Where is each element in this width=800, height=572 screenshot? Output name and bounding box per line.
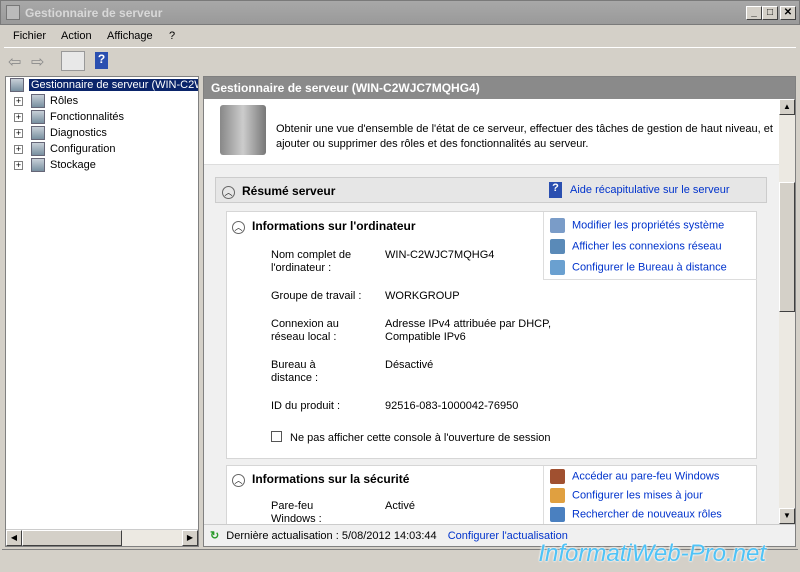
label-lan: Connexion au réseau local : xyxy=(271,318,339,343)
tree-label: Diagnostics xyxy=(50,126,107,139)
action-link[interactable]: Configurer les mises à jour xyxy=(572,489,703,501)
scroll-up-button[interactable]: ▲ xyxy=(779,99,795,115)
pane-header: Gestionnaire de serveur (WIN-C2WJC7MQHG4… xyxy=(204,77,795,99)
tree-item-storage[interactable]: + Stockage xyxy=(14,158,96,174)
expand-icon[interactable]: + xyxy=(14,112,23,122)
details-pane: Gestionnaire de serveur (WIN-C2WJC7MQHG4… xyxy=(203,76,796,547)
tree-label: Rôles xyxy=(50,94,79,107)
title-bar: Gestionnaire de serveur _ □ ✕ xyxy=(0,0,800,25)
expand-icon[interactable]: + xyxy=(14,96,23,106)
dont-show-label: Ne pas afficher cette console à l'ouvert… xyxy=(290,432,551,444)
server-toolbox-icon xyxy=(220,105,266,155)
watermark: InformatiWeb-Pro.net xyxy=(538,540,766,567)
roles-icon xyxy=(31,94,45,108)
last-refresh-text: Dernière actualisation : 5/08/2012 14:03… xyxy=(226,530,437,542)
storage-icon xyxy=(31,158,45,172)
server-manager-icon xyxy=(6,5,20,20)
collapse-icon[interactable]: ︿ xyxy=(222,185,235,199)
minimize-button[interactable]: _ xyxy=(746,6,762,20)
computer-actions: Modifier les propriétés système Afficher… xyxy=(543,212,757,280)
menu-help[interactable]: ? xyxy=(169,30,175,42)
tree-label: Stockage xyxy=(50,158,96,171)
back-button[interactable]: ⇦ xyxy=(8,52,21,71)
summary-title: Résumé serveur xyxy=(242,184,336,198)
tree-item-diagnostics[interactable]: + Diagnostics xyxy=(14,126,107,142)
action-link[interactable]: Configurer le Bureau à distance xyxy=(572,261,727,273)
value-product-id: 92516-083-1000042-76950 xyxy=(385,400,519,412)
features-icon xyxy=(31,110,45,124)
server-icon xyxy=(10,78,24,92)
forward-button[interactable]: ⇨ xyxy=(31,52,44,71)
value-computer-name: WIN-C2WJC7MQHG4 xyxy=(385,249,495,261)
menu-bar: Fichier Action Affichage ? xyxy=(4,26,796,46)
tree-item-configuration[interactable]: + Configuration xyxy=(14,142,115,158)
summary-header: ︿ Résumé serveur ? Aide récapitulative su… xyxy=(215,177,767,203)
scroll-down-button[interactable]: ▼ xyxy=(779,508,795,524)
value-workgroup: WORKGROUP xyxy=(385,290,460,302)
value-lan: Adresse IPv4 attribuée par DHCP, Compati… xyxy=(385,318,552,343)
scroll-thumb[interactable] xyxy=(779,182,795,312)
tree-root[interactable]: Gestionnaire de serveur (WIN-C2WJC7MQHG4… xyxy=(10,78,198,94)
maximize-button[interactable]: □ xyxy=(762,6,778,20)
help-icon: ? xyxy=(549,182,562,198)
expand-icon[interactable]: + xyxy=(14,144,23,154)
menu-action[interactable]: Action xyxy=(61,30,92,42)
action-link[interactable]: Modifier les propriétés système xyxy=(572,219,724,231)
system-properties-icon xyxy=(550,218,565,233)
dont-show-checkbox[interactable] xyxy=(271,431,282,442)
expand-icon[interactable]: + xyxy=(14,128,23,138)
scroll-right-button[interactable]: ▶ xyxy=(182,530,198,546)
value-firewall: Activé xyxy=(385,500,415,512)
action-link[interactable]: Rechercher de nouveaux rôles xyxy=(572,508,722,520)
scroll-left-button[interactable]: ◀ xyxy=(6,530,22,546)
security-info-section: ︿ Informations sur la sécurité Pare-feu W… xyxy=(226,465,757,524)
scroll-thumb[interactable] xyxy=(22,530,122,546)
tree-label: Configuration xyxy=(50,142,116,155)
firewall-icon xyxy=(550,469,565,484)
intro: Obtenir une vue d'ensemble de l'état de … xyxy=(204,99,779,165)
toolbar: ⇦ ⇨ ? xyxy=(4,47,796,72)
content-area: Obtenir une vue d'ensemble de l'état de … xyxy=(204,99,779,524)
label-computer-name: Nom complet de l'ordinateur : xyxy=(271,249,352,274)
help-button[interactable]: ? xyxy=(95,52,108,69)
label-product-id: ID du produit : xyxy=(271,400,341,412)
summary-help-link[interactable]: Aide récapitulative sur le serveur xyxy=(570,184,730,196)
windows-update-icon xyxy=(550,488,565,503)
intro-text: Obtenir une vue d'ensemble de l'état de … xyxy=(276,123,773,150)
computer-info-section: ︿ Informations sur l'ordinateur Nom compl… xyxy=(226,211,757,459)
tree-item-roles[interactable]: + Rôles xyxy=(14,94,78,110)
configuration-icon xyxy=(31,142,45,156)
section-title: Informations sur la sécurité xyxy=(252,472,410,486)
tree-root-label: Gestionnaire de serveur (WIN-C2WJC7MQHG4… xyxy=(29,78,198,91)
label-firewall: Pare-feu Windows : xyxy=(271,500,322,524)
action-link[interactable]: Afficher les connexions réseau xyxy=(572,240,722,252)
label-remote-desktop: Bureau à distance : xyxy=(271,359,319,384)
security-actions: Accéder au pare-feu Windows Configurer l… xyxy=(543,466,757,524)
search-roles-icon xyxy=(550,507,565,522)
close-button[interactable]: ✕ xyxy=(780,6,796,20)
collapse-icon[interactable]: ︿ xyxy=(232,473,245,487)
network-connections-icon xyxy=(550,239,565,254)
window-title: Gestionnaire de serveur xyxy=(25,6,163,20)
diagnostics-icon xyxy=(31,126,45,140)
remote-desktop-icon xyxy=(550,260,565,275)
menu-fichier[interactable]: Fichier xyxy=(13,30,46,42)
vertical-scrollbar[interactable]: ▲ ▼ xyxy=(779,99,795,524)
console-tree: Gestionnaire de serveur (WIN-C2WJC7MQHG4… xyxy=(5,76,199,547)
refresh-icon[interactable]: ↻ xyxy=(210,530,219,542)
menu-affichage[interactable]: Affichage xyxy=(107,30,153,42)
value-remote-desktop: Désactivé xyxy=(385,359,434,371)
label-workgroup: Groupe de travail : xyxy=(271,290,362,302)
tree-item-features[interactable]: + Fonctionnalités xyxy=(14,110,124,126)
tree-label: Fonctionnalités xyxy=(50,110,124,123)
horizontal-scrollbar[interactable]: ◀ ▶ xyxy=(6,529,198,546)
action-link[interactable]: Accéder au pare-feu Windows xyxy=(572,470,719,482)
expand-icon[interactable]: + xyxy=(14,160,23,170)
show-hide-console-tree-button[interactable] xyxy=(61,51,85,71)
security-info-header: ︿ Informations sur la sécurité xyxy=(232,472,409,487)
